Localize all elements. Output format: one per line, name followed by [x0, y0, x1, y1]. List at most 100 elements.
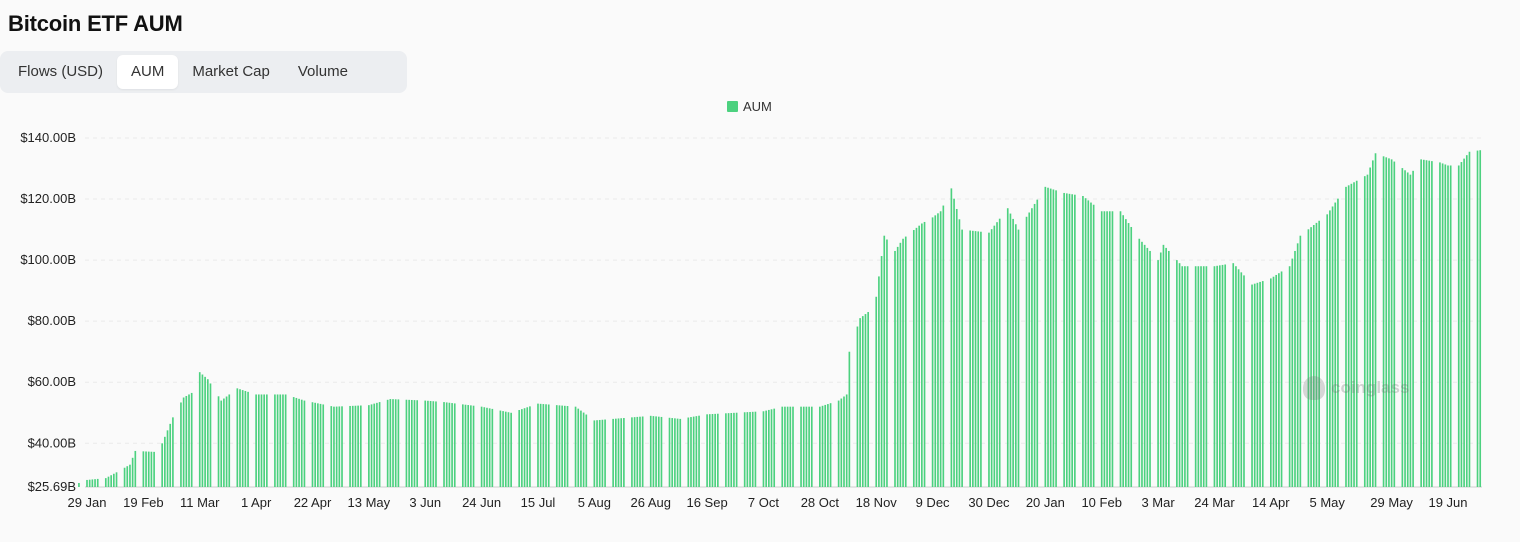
aum-bar[interactable] [730, 413, 733, 487]
aum-bar[interactable] [1014, 224, 1017, 487]
aum-bar[interactable] [104, 478, 107, 487]
aum-bar[interactable] [1221, 264, 1224, 487]
aum-bar[interactable] [561, 405, 563, 487]
aum-bar[interactable] [241, 390, 244, 487]
aum-bar[interactable] [1406, 172, 1409, 487]
aum-bar[interactable] [303, 400, 306, 487]
aum-bar[interactable] [657, 416, 660, 487]
aum-bar[interactable] [443, 402, 445, 487]
aum-bar[interactable] [351, 405, 354, 487]
aum-bar[interactable] [1280, 271, 1283, 487]
aum-bar[interactable] [1444, 164, 1447, 487]
aum-bar[interactable] [1431, 161, 1433, 487]
aum-bar[interactable] [1205, 266, 1208, 487]
aum-bar[interactable] [915, 227, 918, 487]
aum-bar[interactable] [1071, 194, 1074, 487]
aum-bar[interactable] [389, 399, 392, 487]
aum-bar[interactable] [279, 394, 282, 487]
aum-bar[interactable] [204, 376, 206, 487]
aum-bar[interactable] [598, 419, 601, 487]
aum-bar[interactable] [341, 406, 343, 487]
aum-bar[interactable] [1176, 260, 1178, 487]
aum-bar[interactable] [631, 417, 633, 487]
aum-bar[interactable] [563, 405, 566, 487]
aum-bar[interactable] [464, 404, 467, 487]
aum-bar[interactable] [1119, 211, 1122, 487]
aum-bar[interactable] [1296, 243, 1299, 487]
aum-bar[interactable] [1315, 222, 1318, 487]
aum-bar[interactable] [547, 404, 550, 487]
aum-bar[interactable] [1310, 227, 1312, 487]
aum-bar[interactable] [824, 404, 827, 487]
aum-bar[interactable] [1369, 167, 1371, 487]
aum-bar[interactable] [1441, 163, 1444, 487]
aum-bar[interactable] [612, 418, 614, 487]
aum-bar[interactable] [880, 256, 883, 487]
aum-bar[interactable] [1044, 186, 1047, 487]
aum-bar[interactable] [805, 406, 808, 487]
aum-bar[interactable] [990, 229, 993, 487]
aum-bar[interactable] [491, 408, 494, 487]
aum-bar[interactable] [1232, 263, 1235, 487]
aum-bar[interactable] [164, 436, 166, 487]
aum-bar[interactable] [107, 476, 110, 487]
aum-bar[interactable] [1350, 183, 1353, 488]
aum-bar[interactable] [1374, 153, 1377, 487]
aum-bar[interactable] [1047, 187, 1049, 487]
aum-bar[interactable] [198, 372, 201, 487]
aum-bar[interactable] [451, 403, 453, 487]
aum-bar[interactable] [1468, 151, 1471, 488]
aum-bar[interactable] [1291, 258, 1294, 487]
aum-bar[interactable] [110, 475, 112, 487]
aum-bar[interactable] [1347, 185, 1350, 487]
aum-bar[interactable] [1425, 160, 1428, 488]
aum-bar[interactable] [298, 398, 300, 487]
aum-bar[interactable] [488, 408, 491, 487]
aum-bar[interactable] [470, 405, 472, 487]
aum-bar[interactable] [655, 416, 657, 487]
aum-bar[interactable] [413, 400, 416, 487]
aum-bar[interactable] [129, 464, 131, 487]
aum-bar[interactable] [593, 420, 596, 487]
aum-bar[interactable] [131, 457, 134, 487]
aum-bar[interactable] [480, 406, 483, 487]
aum-bar[interactable] [147, 451, 150, 487]
aum-bar[interactable] [792, 406, 794, 487]
aum-bar[interactable] [641, 416, 644, 487]
aum-bar[interactable] [604, 419, 606, 487]
aum-bar[interactable] [408, 399, 410, 487]
aum-bar[interactable] [1460, 162, 1463, 488]
aum-bar[interactable] [1063, 192, 1065, 487]
aum-bar[interactable] [770, 409, 773, 487]
aum-bar[interactable] [883, 235, 886, 487]
aum-bar[interactable] [676, 418, 679, 487]
aum-bar[interactable] [405, 399, 408, 487]
aum-bar[interactable] [1312, 225, 1315, 487]
aum-bar[interactable] [526, 407, 529, 487]
aum-bar[interactable] [1253, 283, 1256, 487]
aum-bar[interactable] [690, 417, 692, 487]
aum-bar[interactable] [988, 232, 990, 487]
aum-bar[interactable] [282, 394, 284, 487]
aum-bar[interactable] [1167, 250, 1170, 487]
aum-bar[interactable] [998, 218, 1001, 487]
aum-bar[interactable] [695, 416, 698, 487]
aum-bar[interactable] [942, 205, 945, 488]
aum-bar[interactable] [88, 479, 91, 487]
aum-bar[interactable] [1143, 244, 1146, 487]
aum-bar[interactable] [1181, 266, 1184, 487]
aum-bar[interactable] [397, 399, 400, 487]
aum-bar[interactable] [1457, 165, 1460, 488]
aum-bar[interactable] [123, 467, 126, 487]
aum-bar[interactable] [580, 410, 582, 487]
aum-bar[interactable] [733, 412, 735, 487]
aum-bar[interactable] [1428, 160, 1431, 487]
aum-bar[interactable] [789, 406, 792, 487]
aum-bar[interactable] [582, 412, 585, 487]
aum-bar[interactable] [392, 399, 394, 487]
aum-bar[interactable] [1401, 168, 1404, 487]
aum-bar[interactable] [687, 417, 690, 487]
aum-bar[interactable] [416, 400, 419, 487]
aum-bar[interactable] [537, 403, 539, 487]
aum-bar[interactable] [1307, 229, 1310, 488]
